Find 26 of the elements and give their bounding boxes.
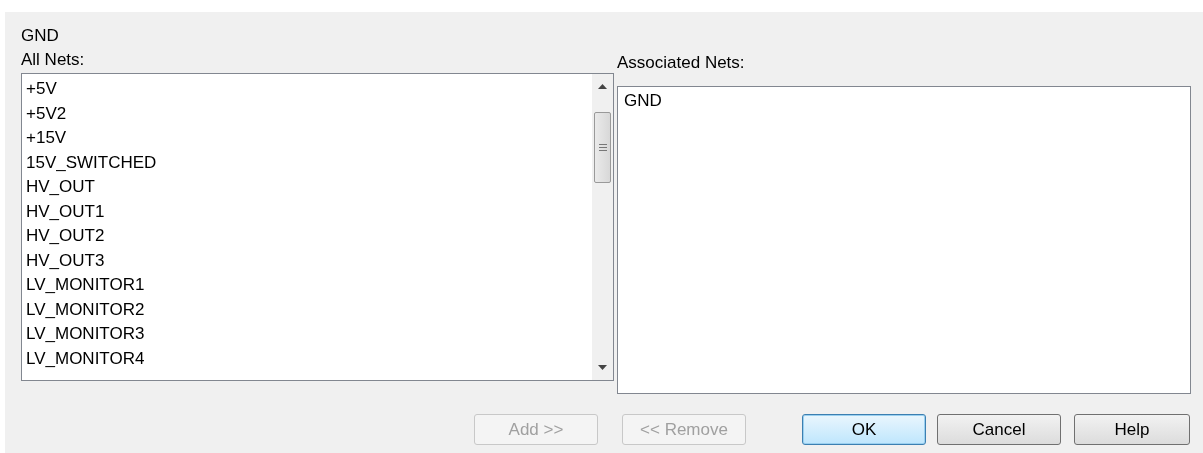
scroll-down-icon[interactable] [598, 365, 607, 370]
list-item[interactable]: HV_OUT2 [26, 224, 105, 249]
dialog-button[interactable]: Help [1074, 414, 1190, 445]
list-item[interactable]: GND [624, 89, 662, 114]
list-item[interactable]: LV_MONITOR1 [26, 273, 145, 298]
scroll-up-icon[interactable] [598, 84, 607, 89]
scroll-thumb[interactable] [594, 112, 611, 183]
list-item[interactable]: 15V_SWITCHED [26, 150, 157, 175]
list-item[interactable]: +5V [26, 77, 57, 102]
list-item[interactable]: HV_OUT3 [26, 248, 105, 273]
scrollbar[interactable] [592, 74, 613, 380]
net-name: GND [21, 25, 59, 46]
list-item[interactable]: HV_OUT [26, 175, 95, 200]
all-nets-list[interactable]: +5V +5V2 +15V 15V_SWITCHED HV_OUT HV_OUT1 HV_OUT2 HV_OUT3 LV_MONITOR1 LV_MONITOR2 LV_MONITOR3 LV_MONITOR4 [21, 73, 614, 381]
ok-button[interactable]: OK [802, 414, 926, 445]
list-item[interactable]: LV_MONITOR4 [26, 346, 145, 371]
list-item[interactable]: +5V2 [26, 101, 67, 126]
dialog-button[interactable]: Cancel [937, 414, 1061, 445]
list-item[interactable]: LV_MONITOR3 [26, 322, 145, 347]
grip-icon [598, 144, 607, 151]
list-item[interactable]: +15V [26, 126, 67, 151]
list-label: Associated Nets: [617, 52, 745, 73]
list-item[interactable]: LV_MONITOR2 [26, 297, 145, 322]
associated-nets-list[interactable]: GND [617, 86, 1191, 394]
list-item[interactable]: HV_OUT1 [26, 199, 105, 224]
list-label: All Nets: [21, 50, 85, 70]
